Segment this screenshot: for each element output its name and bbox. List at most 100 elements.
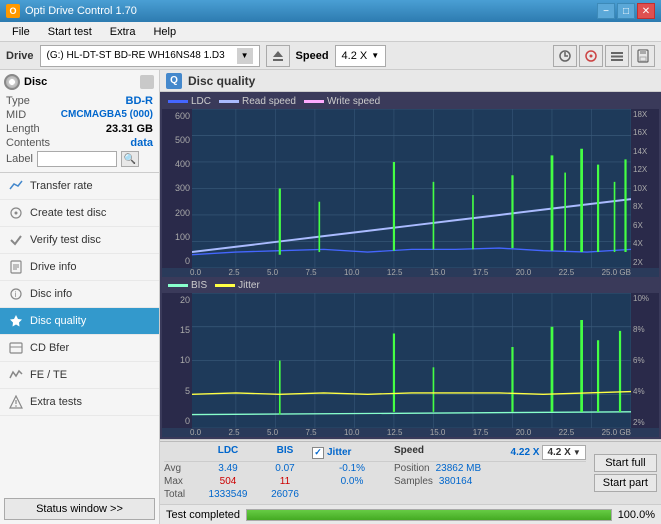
drive-dropdown-arrow[interactable]: ▼ bbox=[237, 48, 253, 64]
sidebar-item-verify-test-disc[interactable]: Verify test disc bbox=[0, 227, 159, 254]
status-window-button[interactable]: Status window >> bbox=[4, 498, 155, 520]
chart2-inner: 20 15 10 5 0 bbox=[162, 293, 659, 428]
speed-stat-select[interactable]: 4.2 X ▼ bbox=[542, 445, 585, 460]
chart2-y-right: 10% 8% 6% 4% 2% bbox=[631, 293, 659, 428]
toolbar-btn-1[interactable] bbox=[553, 45, 577, 67]
nav-label-disc-info: Disc info bbox=[30, 288, 72, 300]
total-label: Total bbox=[164, 489, 196, 500]
eject-icon bbox=[271, 49, 285, 63]
main-layout: Disc Type BD-R MID CMCMAGBA5 (000) Lengt… bbox=[0, 70, 661, 524]
read-speed-legend-label: Read speed bbox=[242, 96, 296, 107]
chart1-y-left: 600 500 400 300 200 100 0 bbox=[162, 109, 192, 268]
stats-col-jitter: Jitter bbox=[327, 447, 351, 458]
stats-col-bis: BIS bbox=[260, 445, 310, 460]
bis-legend-color bbox=[168, 284, 188, 287]
total-ldc: 1333549 bbox=[198, 489, 258, 500]
bis-legend: BIS bbox=[168, 280, 207, 291]
position-value: 23862 MB bbox=[436, 463, 482, 474]
sidebar-item-transfer-rate[interactable]: Transfer rate bbox=[0, 173, 159, 200]
disc-quality-icon bbox=[8, 313, 24, 329]
speed-selector[interactable]: 4.2 X ▼ bbox=[335, 45, 387, 67]
avg-ldc: 3.49 bbox=[198, 463, 258, 474]
disc-header-icon bbox=[139, 74, 155, 90]
sidebar-item-disc-quality[interactable]: Disc quality bbox=[0, 308, 159, 335]
type-value: BD-R bbox=[126, 95, 154, 107]
max-jitter: 0.0% bbox=[312, 476, 392, 487]
drivebar: Drive (G:) HL-DT-ST BD-RE WH16NS48 1.D3 … bbox=[0, 42, 661, 70]
label-action-button[interactable]: 🔍 bbox=[121, 151, 139, 167]
speed-stat-value: 4.22 X bbox=[511, 447, 540, 458]
bis-legend-label: BIS bbox=[191, 280, 207, 291]
save-icon bbox=[636, 49, 650, 63]
sidebar-item-create-test-disc[interactable]: Create test disc bbox=[0, 200, 159, 227]
transfer-rate-icon bbox=[8, 178, 24, 194]
start-part-button[interactable]: Start part bbox=[594, 474, 657, 492]
sidebar-item-drive-info[interactable]: Drive info bbox=[0, 254, 159, 281]
mid-value: CMCMAGBA5 (000) bbox=[61, 109, 153, 121]
eject-button[interactable] bbox=[266, 45, 290, 67]
nav-label-fe-te: FE / TE bbox=[30, 369, 67, 381]
refresh-icon bbox=[558, 49, 572, 63]
disc-scan-icon bbox=[584, 49, 598, 63]
disc-icon bbox=[4, 74, 20, 90]
jitter-checkbox[interactable]: ✓ bbox=[312, 447, 324, 459]
nav-label-verify-test: Verify test disc bbox=[30, 234, 101, 246]
menubar: File Start test Extra Help bbox=[0, 22, 661, 42]
drive-label: Drive bbox=[6, 50, 34, 62]
chart2-svg bbox=[192, 293, 631, 428]
sidebar-item-disc-info[interactable]: i Disc info bbox=[0, 281, 159, 308]
nav-items: Transfer rate Create test disc Verify te… bbox=[0, 173, 159, 494]
speed-label: Speed bbox=[296, 50, 329, 62]
sidebar-item-extra-tests[interactable]: Extra tests bbox=[0, 389, 159, 416]
max-label: Max bbox=[164, 476, 196, 487]
nav-label-transfer-rate: Transfer rate bbox=[30, 180, 93, 192]
close-button[interactable]: ✕ bbox=[637, 3, 655, 19]
svg-text:i: i bbox=[15, 290, 17, 299]
menu-start-test[interactable]: Start test bbox=[40, 24, 100, 40]
speed-display: 4.22 X 4.2 X ▼ bbox=[511, 445, 586, 460]
position-label: Position bbox=[394, 463, 430, 474]
extra-tests-icon bbox=[8, 394, 24, 410]
toolbar-btn-2[interactable] bbox=[579, 45, 603, 67]
disc-section: Disc Type BD-R MID CMCMAGBA5 (000) Lengt… bbox=[0, 70, 159, 173]
menu-extra[interactable]: Extra bbox=[102, 24, 144, 40]
label-input[interactable] bbox=[37, 151, 117, 167]
contents-label: Contents bbox=[6, 137, 50, 149]
type-label: Type bbox=[6, 95, 30, 107]
status-text: Test completed bbox=[166, 509, 240, 521]
chart-ldc: LDC Read speed Write speed 600 500 bbox=[162, 94, 659, 277]
avg-jitter: -0.1% bbox=[312, 463, 392, 474]
max-ldc: 504 bbox=[198, 476, 258, 487]
app-icon: O bbox=[6, 4, 20, 18]
maximize-button[interactable]: □ bbox=[617, 3, 635, 19]
disc-section-title: Disc bbox=[24, 76, 47, 88]
start-full-button[interactable]: Start full bbox=[594, 454, 657, 472]
toolbar-btn-3[interactable] bbox=[605, 45, 629, 67]
stats-col-empty bbox=[164, 445, 196, 460]
chart1-legend: LDC Read speed Write speed bbox=[162, 94, 659, 109]
minimize-button[interactable]: − bbox=[597, 3, 615, 19]
chart1-svg bbox=[192, 109, 631, 268]
chart2-legend: BIS Jitter bbox=[162, 278, 659, 293]
read-speed-legend: Read speed bbox=[219, 96, 296, 107]
bottom-statusbar: Test completed 100.0% bbox=[160, 504, 661, 524]
menu-help[interactable]: Help bbox=[145, 24, 184, 40]
sidebar-item-fe-te[interactable]: FE / TE bbox=[0, 362, 159, 389]
chart1-x-axis: 0.0 2.5 5.0 7.5 10.0 12.5 15.0 17.5 20.0… bbox=[162, 268, 659, 277]
write-speed-legend-label: Write speed bbox=[327, 96, 380, 107]
mid-label: MID bbox=[6, 109, 26, 121]
cd-bfer-icon bbox=[8, 340, 24, 356]
stats-col-ldc: LDC bbox=[198, 445, 258, 460]
progress-value: 100.0% bbox=[618, 509, 655, 521]
write-speed-legend-color bbox=[304, 100, 324, 103]
titlebar: O Opti Drive Control 1.70 − □ ✕ bbox=[0, 0, 661, 22]
sidebar-item-cd-bfer[interactable]: CD Bfer bbox=[0, 335, 159, 362]
chart1-plot bbox=[192, 109, 631, 268]
fe-te-icon bbox=[8, 367, 24, 383]
drive-selector[interactable]: (G:) HL-DT-ST BD-RE WH16NS48 1.D3 ▼ bbox=[40, 45, 260, 67]
toolbar-btn-4[interactable] bbox=[631, 45, 655, 67]
progress-bar bbox=[246, 509, 612, 521]
samples-label: Samples bbox=[394, 476, 433, 487]
menu-file[interactable]: File bbox=[4, 24, 38, 40]
contents-value: data bbox=[130, 137, 153, 149]
